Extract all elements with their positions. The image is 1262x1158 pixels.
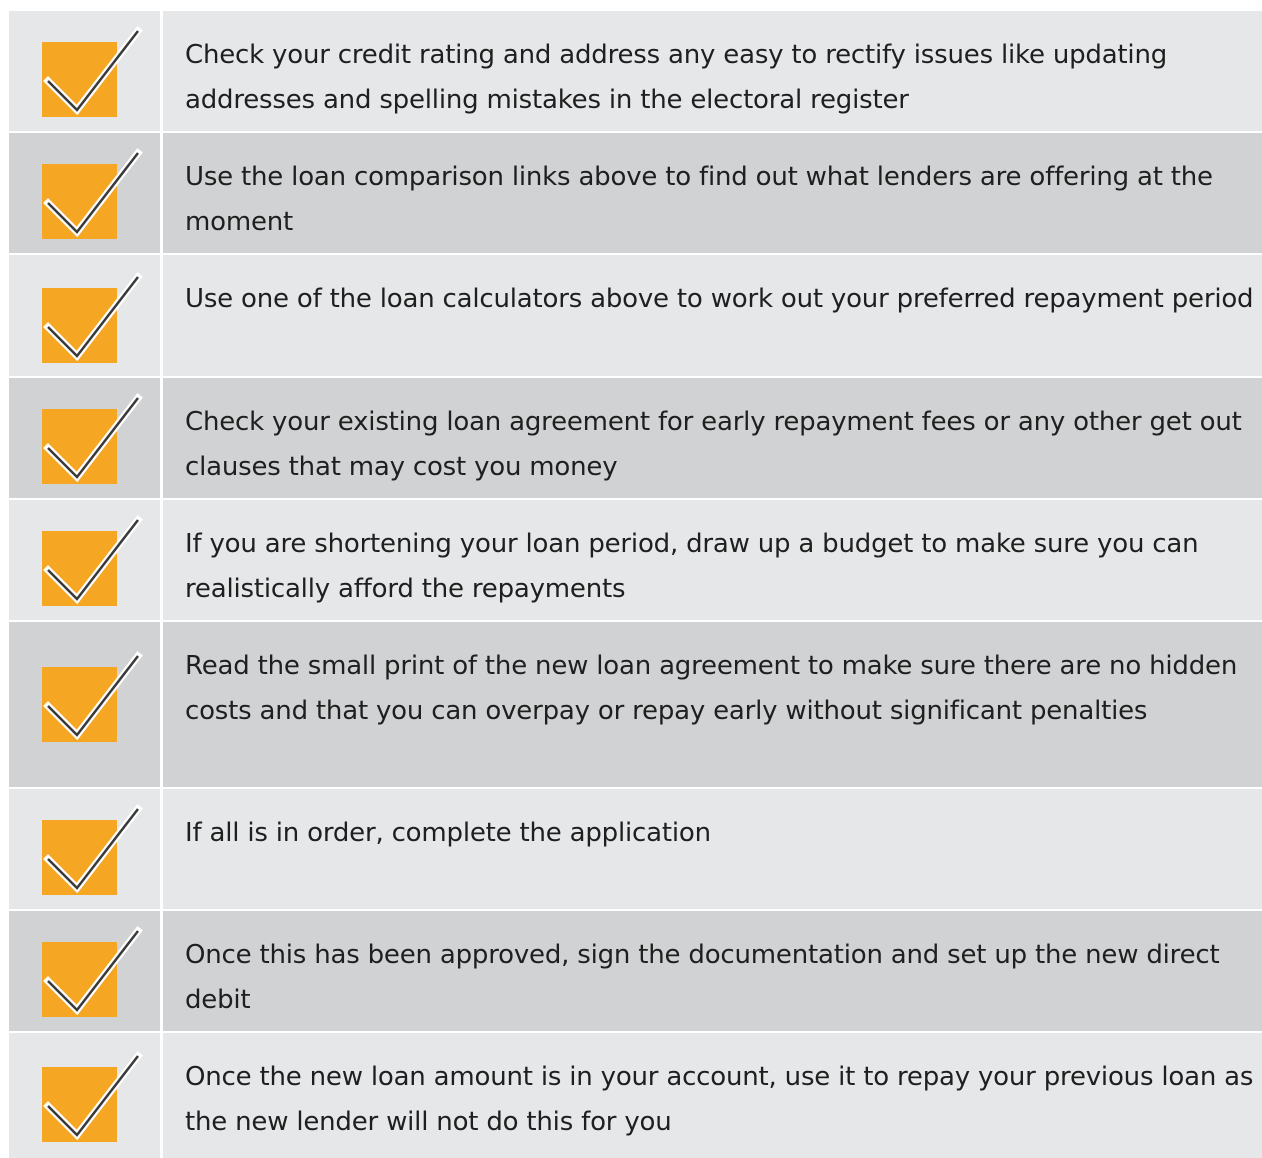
checklist-row: Check your credit rating and address any… [9,11,1262,133]
checklist-row: Check your existing loan agreement for e… [9,378,1262,500]
icon-cell [9,622,163,787]
checklist-row: Once this has been approved, sign the do… [9,911,1262,1033]
icon-cell [9,500,163,620]
checkmark-icon [43,272,143,362]
checkmark-icon [43,393,143,483]
checkmark-icon [43,1051,143,1141]
checkmark-icon [43,148,143,238]
checkmark-icon [43,26,143,116]
checklist-item-text: Use the loan comparison links above to f… [185,162,1213,237]
checklist-item-text: If you are shortening your loan period, … [185,529,1199,604]
checklist-row: Read the small print of the new loan agr… [9,622,1262,789]
icon-cell [9,11,163,131]
checklist-row: If you are shortening your loan period, … [9,500,1262,622]
checklist-row: Once the new loan amount is in your acco… [9,1033,1262,1158]
icon-cell [9,255,163,376]
icon-cell [9,1033,163,1158]
icon-cell [9,911,163,1031]
icon-cell [9,789,163,909]
checkmark-icon [43,651,143,741]
checklist-item-text: Check your credit rating and address any… [185,40,1168,115]
checklist-row: Use one of the loan calculators above to… [9,255,1262,378]
checklist-item-text: Once this has been approved, sign the do… [185,940,1220,1015]
checklist: Check your credit rating and address any… [9,11,1262,1158]
checkmark-icon [43,926,143,1016]
checklist-item-text: If all is in order, complete the applica… [185,818,711,848]
checklist-item-text: Once the new loan amount is in your acco… [185,1062,1254,1137]
icon-cell [9,378,163,498]
checklist-row: Use the loan comparison links above to f… [9,133,1262,255]
checklist-item-text: Read the small print of the new loan agr… [185,651,1238,726]
icon-cell [9,133,163,253]
checklist-row: If all is in order, complete the applica… [9,789,1262,911]
checklist-item-text: Use one of the loan calculators above to… [185,284,1254,314]
checklist-item-text: Check your existing loan agreement for e… [185,407,1242,482]
checkmark-icon [43,515,143,605]
checkmark-icon [43,804,143,894]
